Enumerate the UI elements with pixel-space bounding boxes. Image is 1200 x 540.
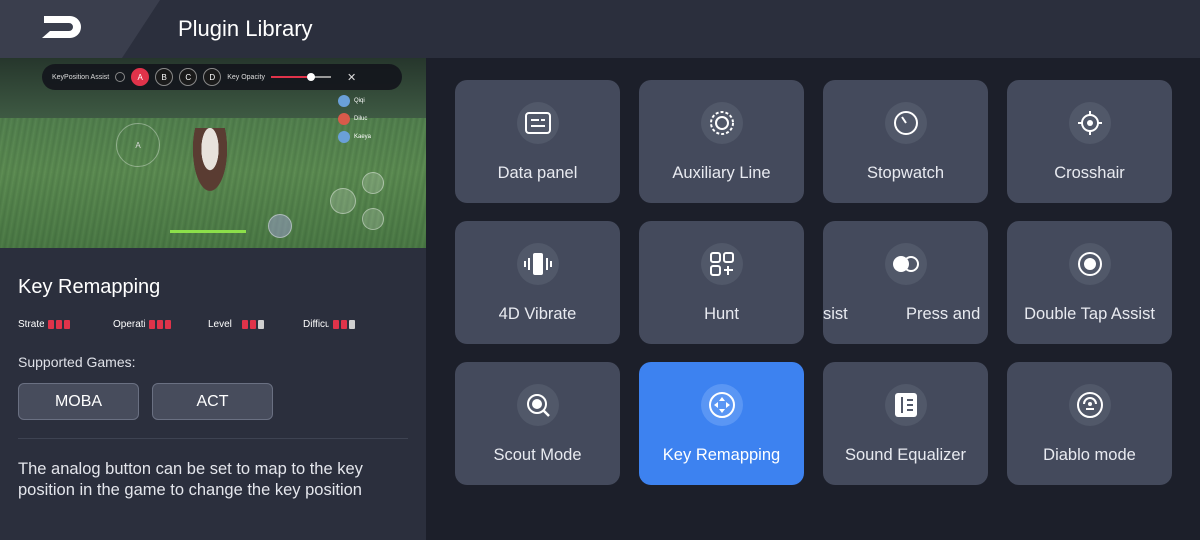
plugin-label: Key Remapping [662, 446, 781, 464]
opacity-slider [270, 73, 331, 81]
game-tag-act[interactable]: ACT [152, 383, 273, 420]
rating-strategy: Strategy [18, 316, 113, 332]
close-icon: ✕ [346, 71, 357, 84]
auxiliary-line-icon [701, 102, 743, 144]
joystick: A [116, 123, 160, 167]
plugin-tile-hunt[interactable]: Hunt [639, 221, 804, 344]
ratings-row: Strategy Operation Level Difficulty [18, 316, 418, 332]
key-a: A [131, 68, 150, 86]
key-d: D [203, 68, 222, 86]
back-arrow-icon [42, 16, 81, 38]
game-character [190, 128, 230, 198]
plugin-label: Data panel [497, 164, 578, 182]
plugin-label: Hunt [704, 305, 739, 323]
plugin-tile-scout-mode[interactable]: Scout Mode [455, 362, 620, 485]
plugin-detail-panel: KeyPosition Assist A B C D Key Opacity ✕… [0, 58, 426, 540]
plugin-tile-diablo-mode[interactable]: Diablo mode [1007, 362, 1172, 485]
hunt-icon [701, 243, 743, 285]
plugin-tile-double-tap[interactable]: Double Tap Assist [1007, 221, 1172, 344]
rating-difficulty: Difficulty [303, 316, 398, 332]
press-hold-icon [885, 243, 927, 285]
help-icon [115, 72, 126, 82]
supported-games-label: Supported Games: [18, 354, 136, 370]
plugin-label: Stopwatch [866, 164, 945, 182]
hp-bar [170, 230, 246, 233]
data-panel-icon [517, 102, 559, 144]
crosshair-icon [1069, 102, 1111, 144]
sound-equalizer-icon [885, 384, 927, 426]
plugin-tile-stopwatch[interactable]: Stopwatch [823, 80, 988, 203]
header: Plugin Library [0, 0, 1200, 58]
plugin-tile-auxiliary-line[interactable]: Auxiliary Line [639, 80, 804, 203]
key-remapping-icon [701, 384, 743, 426]
skill-icon [268, 214, 292, 238]
page-title: Plugin Library [178, 16, 313, 41]
attack-icon [330, 188, 356, 214]
diablo-mode-icon [1069, 384, 1111, 426]
sprint-icon [362, 208, 384, 230]
key-c: C [179, 68, 198, 86]
plugin-label: Double Tap Assist [1024, 305, 1155, 323]
plugin-tile-key-remapping[interactable]: Key Remapping [639, 362, 804, 485]
party-member: Kaeya [338, 130, 394, 144]
plugin-label: Sound Equalizer [844, 446, 967, 464]
plugin-title: Key Remapping [18, 276, 161, 298]
rating-operation: Operation [113, 316, 208, 332]
plugin-label: 4D Vibrate [498, 305, 577, 323]
plugin-tile-press-and-hold[interactable]: sist Press and [823, 221, 988, 344]
vibrate-icon [517, 243, 559, 285]
rating-level: Level [208, 316, 303, 332]
overlay-label: KeyPosition Assist [52, 73, 110, 81]
game-tag-moba[interactable]: MOBA [18, 383, 139, 420]
opacity-label: Key Opacity [227, 73, 265, 81]
plugin-label: Crosshair [1054, 164, 1125, 182]
plugin-description: The analog button can be set to map to t… [18, 460, 363, 499]
divider [18, 438, 408, 439]
party-member: Diluc [338, 112, 394, 126]
plugin-tile-crosshair[interactable]: Crosshair [1007, 80, 1172, 203]
plugin-tile-4d-vibrate[interactable]: 4D Vibrate [455, 221, 620, 344]
jump-icon [362, 172, 384, 194]
scout-mode-icon [517, 384, 559, 426]
plugin-label: Auxiliary Line [672, 164, 771, 182]
plugin-label: Diablo mode [1043, 446, 1136, 464]
plugin-label-marquee: sist Press and [823, 305, 981, 323]
game-preview-image: KeyPosition Assist A B C D Key Opacity ✕… [0, 58, 426, 248]
party-member: Qiqi [338, 94, 394, 108]
key-b: B [155, 68, 174, 86]
plugin-tile-data-panel[interactable]: Data panel [455, 80, 620, 203]
stopwatch-icon [885, 102, 927, 144]
keyposition-assist-bar: KeyPosition Assist A B C D Key Opacity ✕ [42, 64, 402, 90]
double-tap-icon [1069, 243, 1111, 285]
back-button[interactable] [0, 0, 160, 58]
plugin-tile-sound-equalizer[interactable]: Sound Equalizer [823, 362, 988, 485]
plugin-label: Scout Mode [493, 446, 582, 464]
